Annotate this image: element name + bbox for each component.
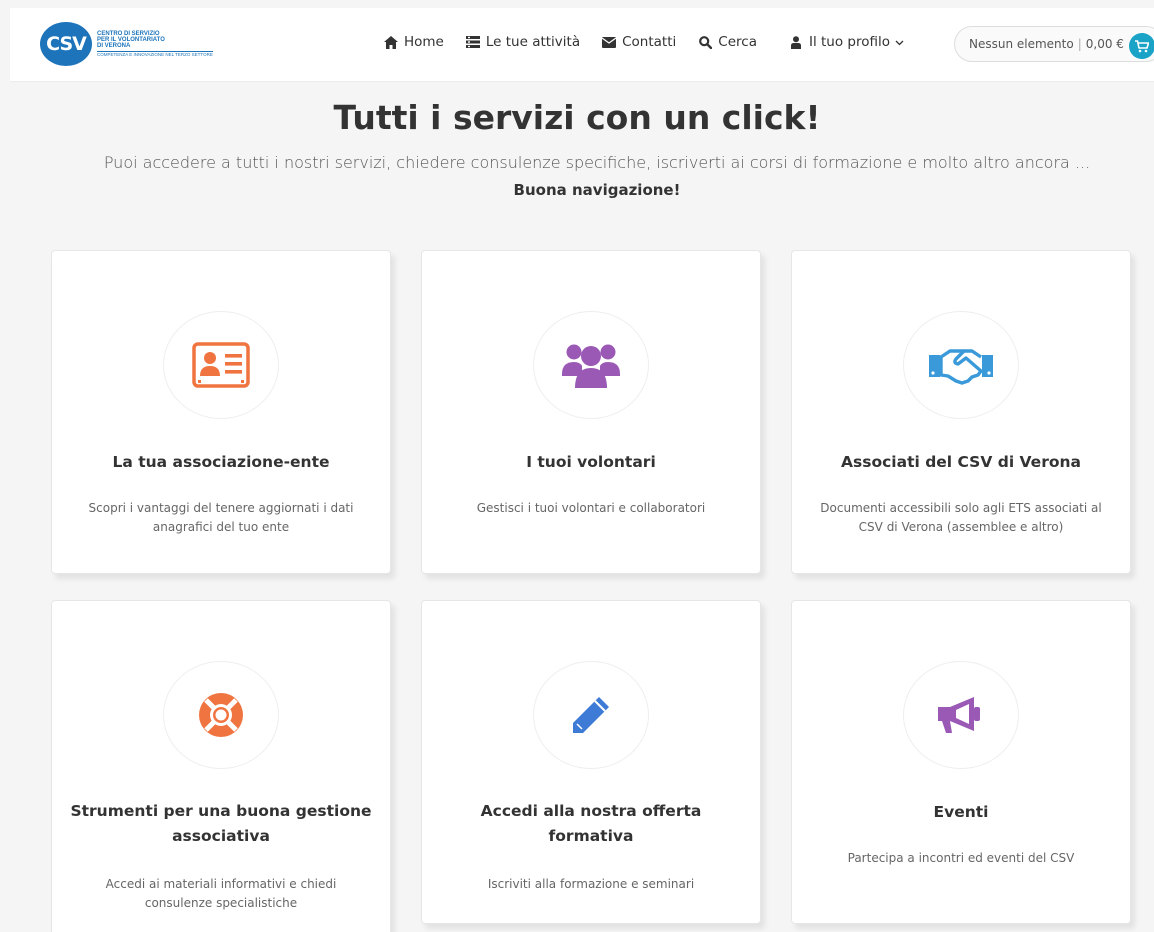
megaphone-icon (938, 697, 980, 733)
card-icon-circle (163, 661, 279, 769)
card-icon-circle (903, 311, 1019, 419)
life-ring-icon (199, 693, 243, 737)
card-icon-circle (533, 311, 649, 419)
user-icon (789, 35, 803, 49)
card-description: Scopri i vantaggi del tenere aggiornati … (88, 501, 354, 534)
card-icon-circle (903, 661, 1019, 769)
nav-cerca[interactable]: Cerca (698, 34, 757, 50)
cart-total: 0,00 € (1085, 37, 1124, 51)
nav-contatti[interactable]: Contatti (602, 34, 676, 50)
card-title: Associati del CSV di Verona (841, 453, 1081, 471)
card-eventi[interactable]: Eventi Partecipa a incontri ed eventi de… (791, 600, 1131, 924)
card-title: Eventi (933, 803, 989, 821)
card-title: Strumenti per una buona gestione associa… (70, 802, 372, 845)
logo-line: DI VERONA (97, 42, 131, 49)
nav-label: Le tue attività (485, 34, 581, 50)
card-icon-circle (163, 311, 279, 419)
nav-label: Contatti (622, 34, 677, 50)
card-associazione[interactable]: La tua associazione-ente Scopri i vantag… (51, 250, 391, 574)
logo-text: CENTRO DI SERVIZIO PER IL VOLONTARIATO D… (97, 31, 213, 58)
logo-tagline: COMPETENZA E INNOVAZIONE NEL TERZO SETTO… (97, 50, 213, 57)
handshake-icon (929, 349, 993, 385)
logo-mark: CSV (40, 22, 92, 66)
cart-items-text: Nessun elemento (969, 37, 1074, 51)
card-formazione[interactable]: Accedi alla nostra offerta formativa Isc… (421, 600, 761, 924)
page-title: Tutti i servizi con un click! (333, 98, 821, 137)
pencil-icon (573, 697, 609, 733)
card-description: Iscriviti alla formazione e seminari (487, 877, 695, 891)
chevron-down-icon (895, 34, 904, 50)
nav-attivita[interactable]: Le tue attività (465, 34, 581, 50)
nav-profilo[interactable]: Il tuo profilo (789, 34, 904, 50)
card-associati[interactable]: Associati del CSV di Verona Documenti ac… (791, 250, 1131, 574)
shopping-cart-icon (1135, 39, 1149, 52)
page-subtitle: Puoi accedere a tutti i nostri servizi, … (103, 153, 1091, 172)
nav-label: Il tuo profilo (808, 34, 890, 50)
envelope-icon (602, 35, 617, 49)
card-title: I tuoi volontari (526, 453, 656, 471)
home-icon (384, 35, 398, 49)
nav-label: Cerca (718, 34, 757, 50)
list-icon (465, 35, 480, 49)
card-description: Gestisci i tuoi volontari e collaborator… (476, 501, 706, 515)
nav-home[interactable]: Home (384, 34, 444, 50)
card-description: Accedi ai materiali informativi e chiedi… (105, 877, 337, 910)
card-strumenti[interactable]: Strumenti per una buona gestione associa… (51, 600, 391, 932)
cart-separator: | (1077, 37, 1082, 51)
search-icon (698, 35, 712, 49)
card-volontari[interactable]: I tuoi volontari Gestisci i tuoi volonta… (421, 250, 761, 574)
main-nav: Home Le tue attività Contatti Cerca Il t… (384, 34, 926, 50)
card-title: Accedi alla nostra offerta formativa (480, 802, 702, 845)
card-title: La tua associazione-ente (112, 453, 330, 471)
nav-label: Home (404, 34, 444, 50)
cart-summary[interactable]: Nessun elemento | 0,00 € (954, 26, 1154, 62)
site-header: CSV CENTRO DI SERVIZIO PER IL VOLONTARIA… (10, 8, 1154, 82)
card-description: Partecipa a incontri ed eventi del CSV (847, 851, 1075, 865)
id-card-icon (192, 342, 250, 388)
page-greeting: Buona navigazione! (513, 181, 681, 199)
card-icon-circle (533, 661, 649, 769)
card-description: Documenti accessibili solo agli ETS asso… (820, 501, 1102, 534)
cart-button[interactable] (1129, 33, 1154, 59)
csv-logo[interactable]: CSV CENTRO DI SERVIZIO PER IL VOLONTARIA… (40, 22, 213, 66)
users-icon (562, 344, 620, 388)
